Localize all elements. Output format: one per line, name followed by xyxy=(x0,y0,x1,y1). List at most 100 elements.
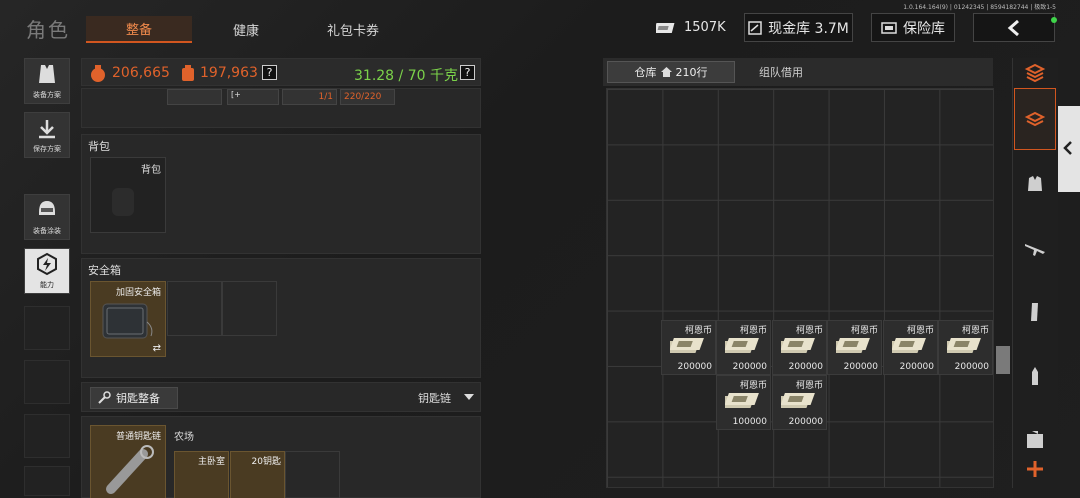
safe-label: 保险库 xyxy=(903,20,945,37)
key-slot[interactable]: 20钥匙 xyxy=(230,451,285,498)
warehouse-item[interactable]: 柯恩币 200000 xyxy=(827,320,882,375)
all-stack-icon xyxy=(1024,63,1046,83)
weight-help-button[interactable]: ? xyxy=(460,65,475,80)
warehouse-item[interactable]: 柯恩币 200000 xyxy=(883,320,938,375)
tab-team-borrow[interactable]: 组队借用 xyxy=(737,61,825,83)
filter-plus[interactable] xyxy=(1014,450,1056,488)
cash-icon xyxy=(656,22,675,33)
safebox-slot[interactable]: 加固安全箱 ⇄ xyxy=(90,281,166,357)
cash-stack-icon xyxy=(725,393,759,408)
equip-count: 1/1 xyxy=(318,92,333,102)
filter-rifle[interactable] xyxy=(1014,220,1056,276)
sidebar-item-label: 装备涂装 xyxy=(33,227,61,235)
backpack-header: 背包 xyxy=(88,140,110,153)
value-bag-icon xyxy=(91,65,105,82)
sidebar-empty-slot xyxy=(24,466,70,496)
backpack-section: 背包 背包 xyxy=(81,134,481,254)
medkit-icon xyxy=(1027,431,1043,448)
weight-value: 31.28 / 70 千克 xyxy=(354,68,458,84)
item-count: 200000 xyxy=(788,417,823,427)
key-loadout-button[interactable]: 钥匙整备 xyxy=(90,387,178,409)
vault-icon xyxy=(748,20,762,35)
box-icon xyxy=(1024,111,1046,127)
equip-slot[interactable]: 1/1 xyxy=(282,89,337,105)
cash-vault-label: 现金库 3.7M xyxy=(768,20,849,37)
tab-equip[interactable]: 整备 xyxy=(86,16,192,43)
sidebar-item-loadout[interactable]: 装备方案 xyxy=(24,58,70,104)
safe-button[interactable]: 保险库 xyxy=(871,13,955,42)
ammo-icon xyxy=(1032,367,1038,385)
safebox-item-label: 加固安全箱 xyxy=(115,288,161,298)
warehouse-item[interactable]: 柯恩币 200000 xyxy=(772,375,827,430)
backpack-slot[interactable]: 背包 xyxy=(90,157,166,233)
safebox-section: 安全箱 加固安全箱 ⇄ xyxy=(81,258,481,378)
screen: 1.0.164.164(9) | 01242345 | 8594182744 |… xyxy=(0,0,1080,498)
key-chain-label: 普通钥匙链 xyxy=(115,432,161,442)
sidebar-empty-slot xyxy=(24,360,70,404)
keys-bar: 钥匙整备 钥匙链 xyxy=(81,382,481,412)
stat-value-1: 206,665 xyxy=(112,65,170,81)
sidebar-item-ability[interactable]: 能力 xyxy=(24,248,70,294)
expand-handle[interactable] xyxy=(1058,106,1080,192)
tab-gift[interactable]: 礼包卡券 xyxy=(300,16,406,43)
filter-armor[interactable] xyxy=(1014,156,1056,212)
cash-vault-button[interactable]: 现金库 3.7M xyxy=(744,13,853,42)
warehouse-item[interactable]: 柯恩币 200000 xyxy=(661,320,716,375)
tab-warehouse[interactable]: 仓库 210行 xyxy=(607,61,735,83)
backpack-value-icon xyxy=(182,65,194,81)
stats-bar: 206,665 197,963 ? 31.28 / 70 千克 ? xyxy=(81,58,481,86)
rifle-icon xyxy=(1025,244,1045,256)
key-slot[interactable]: 主卧室 xyxy=(174,451,229,498)
key-chain-slot[interactable]: 普通钥匙链 xyxy=(90,425,166,498)
equip-strip: [+ 1/1 220/220 xyxy=(81,88,481,128)
page-title: 角色 xyxy=(26,18,70,42)
equip-slot[interactable] xyxy=(167,89,222,105)
cash-stack-icon xyxy=(781,393,815,408)
money-value: 1507K xyxy=(684,20,726,35)
safe-icon xyxy=(881,21,897,34)
cash-stack-icon xyxy=(725,338,759,353)
warehouse-item[interactable]: 柯恩币 200000 xyxy=(772,320,827,375)
item-count: 200000 xyxy=(732,362,767,372)
ability-icon xyxy=(37,252,57,276)
key-loadout-label: 钥匙整备 xyxy=(116,392,160,405)
warehouse-rows: 210行 xyxy=(675,66,708,79)
equip-slot[interactable]: 220/220 xyxy=(340,89,395,105)
plus-icon xyxy=(1027,461,1043,477)
help-button[interactable]: ? xyxy=(262,65,277,80)
item-count: 100000 xyxy=(732,417,767,427)
cash-stack-icon xyxy=(781,338,815,353)
key-empty-slot xyxy=(285,451,340,498)
key-chain-dropdown[interactable]: 钥匙链 xyxy=(418,390,451,406)
sidebar-item-skin[interactable]: 装备涂装 xyxy=(24,194,70,240)
scrollbar-thumb[interactable] xyxy=(996,346,1010,374)
tab-warehouse-label: 仓库 xyxy=(634,66,657,79)
filter-all-stack[interactable] xyxy=(1014,60,1056,86)
chevron-left-icon xyxy=(1063,141,1072,155)
money-display[interactable]: 1507K xyxy=(656,13,736,42)
key-slot-label: 主卧室 xyxy=(197,457,225,467)
keychain-icon xyxy=(106,445,154,494)
warehouse-item[interactable]: 柯恩币 200000 xyxy=(938,320,993,375)
tab-health[interactable]: 健康 xyxy=(194,16,298,43)
back-arrow-icon xyxy=(1007,19,1019,36)
key-icon xyxy=(98,391,111,404)
chevron-down-icon[interactable] xyxy=(464,394,474,400)
cash-stack-icon xyxy=(836,338,870,353)
safebox-header: 安全箱 xyxy=(88,264,121,277)
key-slot-label: 20钥匙 xyxy=(251,457,281,467)
filter-ammo[interactable] xyxy=(1014,348,1056,404)
swap-icon[interactable]: ⇄ xyxy=(153,343,161,354)
equip-slot[interactable]: [+ xyxy=(227,89,279,105)
item-count: 200000 xyxy=(954,362,989,372)
back-button[interactable] xyxy=(973,13,1055,42)
filter-box[interactable] xyxy=(1014,88,1056,150)
filter-magazine[interactable] xyxy=(1014,284,1056,340)
sidebar-empty-slot xyxy=(24,306,70,350)
warehouse-item[interactable]: 柯恩币 200000 xyxy=(716,320,771,375)
stat-value-2: 197,963 xyxy=(200,65,258,81)
backpack-slot-label: 背包 xyxy=(141,165,161,176)
warehouse-item[interactable]: 柯恩币 100000 xyxy=(716,375,771,430)
backpack-icon xyxy=(112,188,134,216)
sidebar-item-save[interactable]: 保存方案 xyxy=(24,112,70,158)
